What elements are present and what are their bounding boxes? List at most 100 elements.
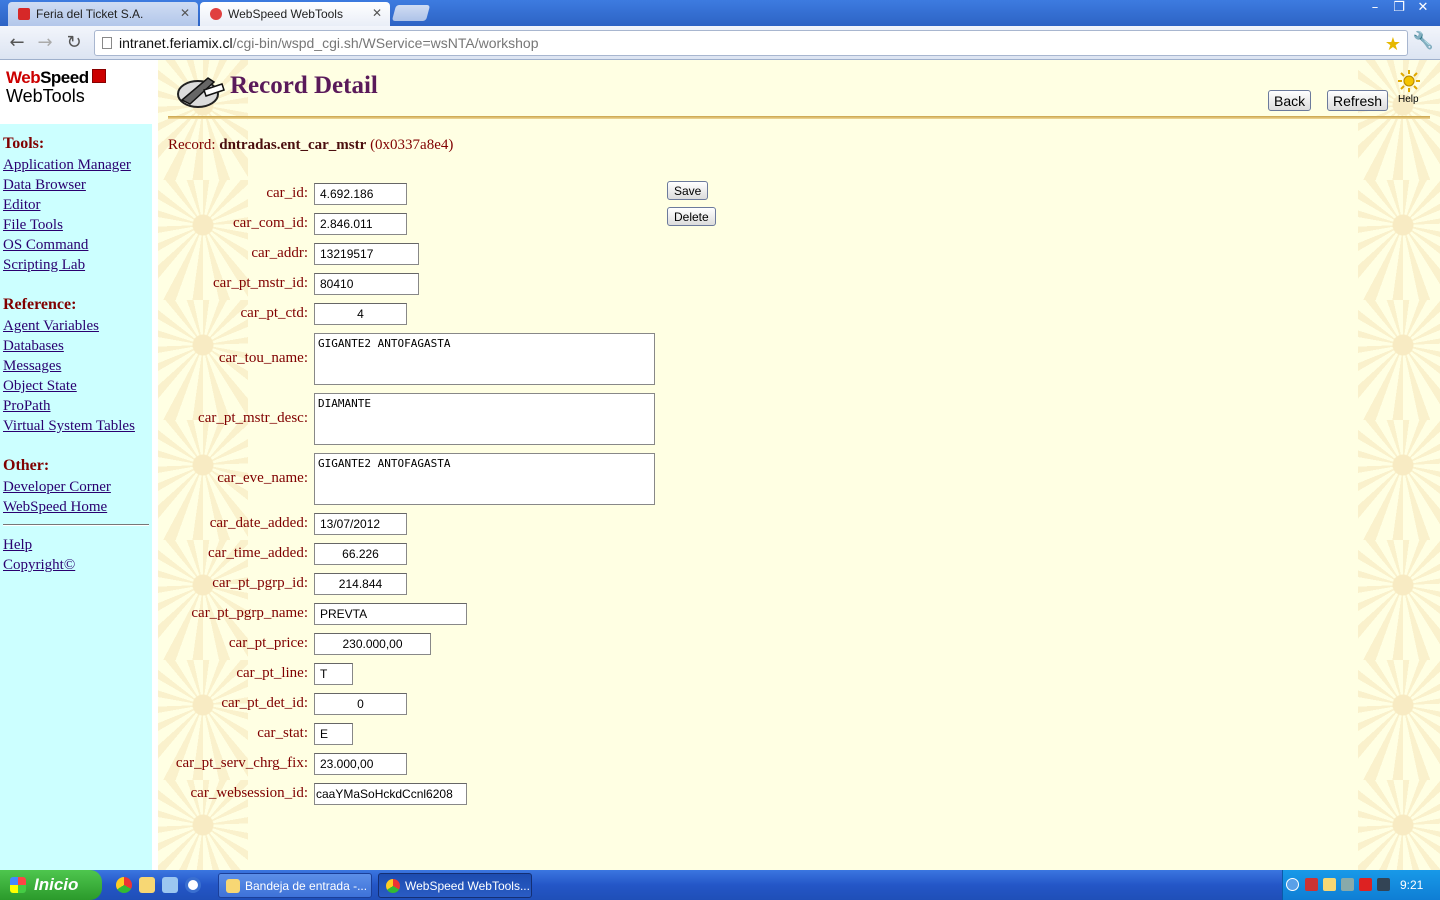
reload-icon[interactable]: ↻	[63, 32, 85, 54]
tray-network-icon[interactable]	[1341, 878, 1354, 891]
save-button[interactable]: Save	[667, 181, 709, 200]
field-input-car-pt-serv-chrg-fix[interactable]	[314, 753, 407, 775]
page-icon	[102, 37, 112, 49]
tray-antivirus-icon[interactable]	[1359, 878, 1372, 891]
taskbar-window-title: Bandeja de entrada -...	[245, 879, 368, 893]
browser-toolbar: ← → ↻ intranet.feriamix.cl/cgi-bin/wspd_…	[0, 26, 1440, 60]
link-file-tools[interactable]: File Tools	[3, 217, 63, 234]
close-tab-icon[interactable]: ✕	[372, 6, 382, 20]
header-divider	[168, 116, 1430, 119]
start-label: Inicio	[34, 875, 79, 894]
field-label-car-com-id: car_com_id:	[233, 215, 308, 231]
section-other-heading: Other:	[3, 457, 50, 474]
close-tab-icon[interactable]: ✕	[180, 6, 190, 20]
link-messages[interactable]: Messages	[3, 358, 61, 375]
tray-mail-icon[interactable]	[1323, 878, 1336, 891]
ie-quicklaunch-icon[interactable]	[162, 877, 178, 893]
tray-collapse-icon[interactable]	[1286, 878, 1299, 891]
webspeed-badge-icon	[92, 69, 106, 83]
link-virtual-system-tables[interactable]: Virtual System Tables	[3, 418, 135, 435]
media-player-quicklaunch-icon[interactable]	[185, 877, 201, 893]
link-help[interactable]: Help	[3, 537, 32, 554]
record-detail-frame: Record Detail Back Refresh Help Record: …	[158, 60, 1440, 870]
tab-title: WebSpeed WebTools	[228, 7, 343, 21]
field-input-car-date-added[interactable]	[314, 513, 407, 535]
wrench-menu-icon[interactable]: 🔧	[1413, 31, 1434, 51]
section-tools-heading: Tools:	[3, 135, 45, 152]
field-input-car-addr[interactable]	[314, 243, 419, 265]
tab-feria-del-ticket[interactable]: Feria del Ticket S.A. ✕	[8, 2, 198, 26]
link-agent-variables[interactable]: Agent Variables	[3, 318, 99, 335]
field-textarea-car-tou-name[interactable]: GIGANTE2 ANTOFAGASTA	[314, 333, 655, 385]
start-button[interactable]: Inicio	[0, 870, 102, 900]
link-os-command[interactable]: OS Command	[3, 237, 88, 254]
field-input-car-com-id[interactable]	[314, 213, 407, 235]
ticket-logo-icon	[18, 8, 30, 20]
link-data-browser[interactable]: Data Browser	[3, 177, 86, 194]
page-viewport: WebSpeed WebTools Tools: Application Man…	[0, 60, 1440, 870]
tools-hand-icon	[177, 77, 225, 108]
logo-web-text: Web	[6, 68, 41, 87]
help-label[interactable]: Help	[1398, 94, 1419, 105]
page-title: Record Detail	[230, 72, 378, 99]
field-label-car-time-added: car_time_added:	[208, 545, 308, 561]
bookmark-star-icon[interactable]: ★	[1385, 32, 1401, 56]
field-input-car-pt-det-id[interactable]	[314, 693, 407, 715]
logo-webtools-text: WebTools	[6, 86, 85, 106]
new-tab-button[interactable]	[391, 5, 431, 21]
field-label-car-pt-pgrp-name: car_pt_pgrp_name:	[191, 605, 308, 621]
refresh-button[interactable]: Refresh	[1327, 90, 1389, 111]
field-label-car-tou-name: car_tou_name:	[218, 350, 308, 366]
forward-arrow-icon[interactable]: →	[34, 32, 56, 54]
field-input-car-pt-mstr-id[interactable]	[314, 273, 419, 295]
tray-pdf-icon[interactable]	[1305, 878, 1318, 891]
webspeed-logo: WebSpeed WebTools	[0, 60, 152, 124]
link-scripting-lab[interactable]: Scripting Lab	[3, 257, 85, 274]
field-label-car-eve-name: car_eve_name:	[217, 470, 308, 486]
field-label-car-date-added: car_date_added:	[209, 515, 308, 531]
field-input-car-pt-line[interactable]	[314, 663, 353, 685]
link-databases[interactable]: Databases	[3, 338, 64, 355]
field-input-car-pt-ctd[interactable]	[314, 303, 407, 325]
chrome-quicklaunch-icon[interactable]	[116, 877, 132, 893]
field-textarea-car-eve-name[interactable]: GIGANTE2 ANTOFAGASTA	[314, 453, 655, 505]
record-prefix: Record:	[168, 137, 216, 153]
url-path: /cgi-bin/wspd_cgi.sh/WService=wsNTA/work…	[232, 35, 539, 51]
field-input-car-pt-price[interactable]	[314, 633, 431, 655]
restore-icon[interactable]: ❐	[1388, 0, 1410, 18]
address-bar[interactable]: intranet.feriamix.cl/cgi-bin/wspd_cgi.sh…	[94, 30, 1408, 56]
taskbar-window-webspeed[interactable]: WebSpeed WebTools...	[378, 873, 532, 898]
field-input-car-pt-pgrp-name[interactable]	[314, 603, 467, 625]
back-button[interactable]: Back	[1268, 90, 1312, 111]
field-input-car-pt-pgrp-id[interactable]	[314, 573, 407, 595]
link-developer-corner[interactable]: Developer Corner	[3, 479, 111, 496]
link-webspeed-home[interactable]: WebSpeed Home	[3, 499, 107, 516]
link-editor[interactable]: Editor	[3, 197, 41, 214]
record-rowid: (0x0337a8e4)	[370, 137, 454, 153]
close-window-icon[interactable]: ✕	[1412, 0, 1434, 18]
delete-button[interactable]: Delete	[667, 207, 716, 226]
decorative-border-left	[158, 60, 248, 870]
link-copyright[interactable]: Copyright©	[3, 557, 75, 574]
field-textarea-car-pt-mstr-desc[interactable]: DIAMANTE	[314, 393, 655, 445]
back-arrow-icon[interactable]: ←	[6, 32, 28, 54]
link-propath[interactable]: ProPath	[3, 398, 51, 415]
link-object-state[interactable]: Object State	[3, 378, 77, 395]
tab-webspeed-webtools[interactable]: WebSpeed WebTools ✕	[200, 2, 390, 26]
field-input-car-time-added[interactable]	[314, 543, 407, 565]
browser-tab-strip: Feria del Ticket S.A. ✕ WebSpeed WebTool…	[0, 0, 1440, 26]
field-label-car-pt-price: car_pt_price:	[228, 635, 308, 651]
windows-taskbar: Inicio Bandeja de entrada -... WebSpeed …	[0, 870, 1440, 900]
field-label-car-pt-mstr-id: car_pt_mstr_id:	[213, 275, 308, 291]
taskbar-window-inbox[interactable]: Bandeja de entrada -...	[218, 873, 372, 898]
minimize-icon[interactable]: –	[1364, 0, 1386, 18]
field-label-car-pt-line: car_pt_line:	[236, 665, 308, 681]
tray-monitor-icon[interactable]	[1377, 878, 1390, 891]
field-input-car-id[interactable]	[314, 183, 407, 205]
sun-help-icon[interactable]	[1398, 70, 1420, 92]
link-application-manager[interactable]: Application Manager	[3, 157, 131, 174]
field-input-car-websession-id[interactable]	[314, 783, 467, 805]
field-label-car-pt-ctd: car_pt_ctd:	[240, 305, 308, 321]
field-input-car-stat[interactable]	[314, 723, 353, 745]
mail-quicklaunch-icon[interactable]	[139, 877, 155, 893]
